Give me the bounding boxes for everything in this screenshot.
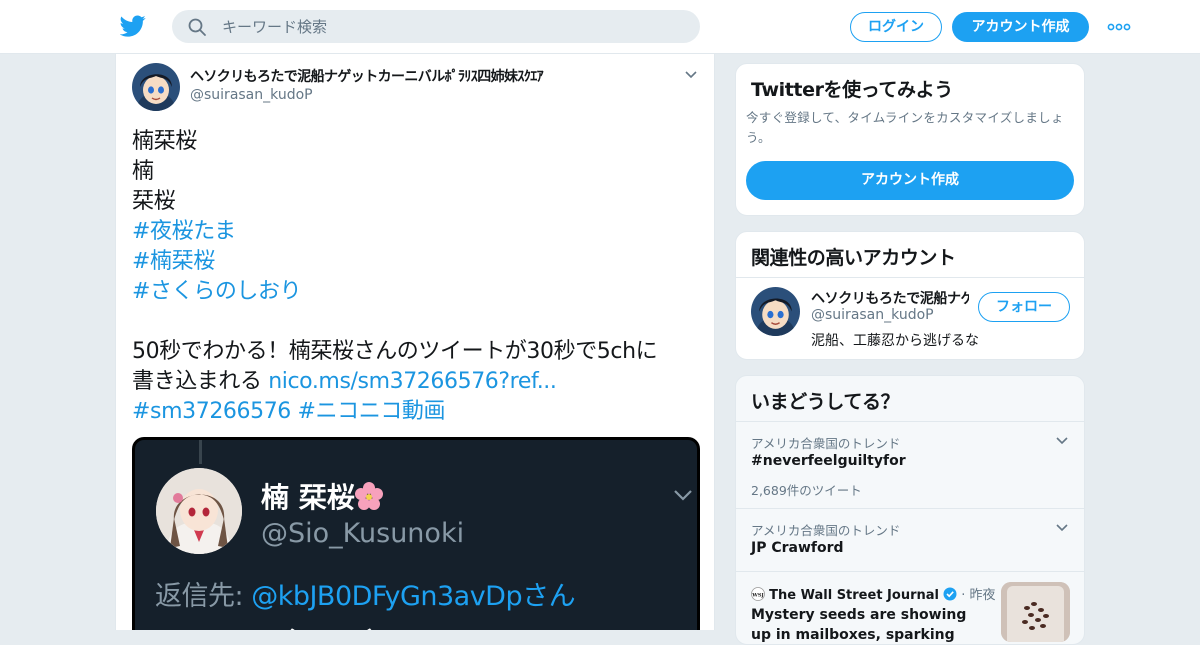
search-icon xyxy=(188,18,206,36)
news-time-text: 昨夜 xyxy=(969,588,996,603)
media-tweet-text: いらね〜（ ˘ω˘ ） xyxy=(155,622,395,630)
news-time: · 昨夜 xyxy=(961,588,996,603)
reply-prefix: 返信先: xyxy=(155,581,252,612)
tweet-line: 50秒でわかる！楠栞桜さんのツイートが30秒で5chに xyxy=(132,339,658,364)
thread-line xyxy=(199,440,202,464)
media-display-name: 楠 栞桜 xyxy=(261,481,355,514)
tweet-line: 楠栞桜 xyxy=(132,129,197,154)
top-bar: ログイン アカウント作成 xyxy=(0,0,1200,54)
trends-title: いまどうしてる？ xyxy=(751,391,900,413)
signup-button[interactable]: アカウント作成 xyxy=(952,12,1089,42)
chevron-down-icon[interactable] xyxy=(1055,436,1069,445)
hashtag-link[interactable]: #さくらのしおり xyxy=(132,277,707,307)
media-avatar xyxy=(156,468,242,554)
trend-meta: アメリカ合衆国のトレンド xyxy=(751,436,901,451)
video-link[interactable]: nico.ms/sm37266576?ref... xyxy=(268,369,557,394)
hashtag-link[interactable]: #sm37266576 xyxy=(132,399,291,424)
tweet-line-text: 書き込まれる xyxy=(132,369,269,394)
related-account-bio: 泥船、工藤忍から逃げるな xyxy=(811,333,979,349)
tweet-display-name[interactable]: ヘソクリもろたで泥船ナゲットカーニバルﾎﾟﾗﾘｽ四姉妹ｽｸｴｱ xyxy=(190,66,544,86)
tweet-spacer xyxy=(132,307,707,337)
search-box[interactable] xyxy=(172,10,700,43)
hashtag-link[interactable]: #夜桜たま xyxy=(132,217,707,247)
avatar[interactable] xyxy=(751,287,800,336)
divider xyxy=(736,571,1084,572)
news-source-name: The Wall Street Journal xyxy=(769,588,939,603)
signup-card: Twitterを使ってみよう 今すぐ登録して、タイムラインをカスタマイズしましょ… xyxy=(735,63,1085,216)
related-account-name[interactable]: ヘソクリもろたで泥船ナゲットカーニバル xyxy=(811,288,969,308)
related-account-handle[interactable]: @suirasan_kudoP xyxy=(811,307,934,323)
trend-count: 2,689件のツイート xyxy=(751,483,862,498)
login-button[interactable]: ログイン xyxy=(850,12,942,42)
signup-card-subtitle: 今すぐ登録して、タイムラインをカスタマイズしましょう。 xyxy=(746,110,1064,145)
tweet-text: 楠栞桜 楠 栞桜 #夜桜たま #楠栞桜 #さくらのしおり 50秒でわかる！楠栞桜… xyxy=(132,127,707,427)
news-thumbnail[interactable] xyxy=(1001,582,1070,642)
media-reply-to: 返信先: @kbJB0DFyGn3avDpさん xyxy=(155,574,576,613)
more-options-icon[interactable] xyxy=(1107,23,1131,31)
media-handle: @Sio_Kusunoki xyxy=(261,518,465,549)
divider xyxy=(736,421,1084,422)
trend-name[interactable]: #neverfeelguiltyfor xyxy=(751,453,906,469)
tweet-line: 栞桜 xyxy=(132,189,176,214)
avatar[interactable] xyxy=(132,63,180,111)
signup-card-title: Twitterを使ってみよう xyxy=(751,79,953,101)
chevron-down-icon[interactable] xyxy=(1055,523,1069,532)
trends-card: いまどうしてる？ アメリカ合衆国のトレンド #neverfeelguiltyfo… xyxy=(735,375,1085,645)
tweet-card: ヘソクリもろたで泥船ナゲットカーニバルﾎﾟﾗﾘｽ四姉妹ｽｸｴｱ @suirasa… xyxy=(115,54,715,630)
signup-card-button[interactable]: アカウント作成 xyxy=(746,161,1074,200)
wsj-logo-icon: WSJ xyxy=(751,587,765,601)
trend-name[interactable]: JP Crawford xyxy=(751,540,844,556)
follow-button[interactable]: フォロー xyxy=(978,292,1070,322)
related-accounts-title: 関連性の高いアカウント xyxy=(751,247,956,269)
verified-badge-icon xyxy=(943,587,957,601)
twitter-bird-icon[interactable] xyxy=(120,13,146,39)
chevron-down-icon[interactable] xyxy=(684,70,698,80)
news-headline[interactable]: Mystery seeds are showing up in mailboxe… xyxy=(751,605,991,644)
hashtag-link[interactable]: #ニコニコ動画 xyxy=(298,399,446,424)
related-accounts-card: 関連性の高いアカウント ヘソクリもろたで泥船ナゲットカーニバル @suirasa… xyxy=(735,231,1085,360)
search-input[interactable] xyxy=(222,10,682,43)
trend-meta: アメリカ合衆国のトレンド xyxy=(751,523,901,538)
hashtag-link[interactable]: #楠栞桜 xyxy=(132,247,707,277)
svg-text:WSJ: WSJ xyxy=(751,593,764,599)
tweet-line: 書き込まれる nico.ms/sm37266576?ref... xyxy=(132,367,707,397)
divider xyxy=(736,277,1084,278)
news-source: WSJ The Wall Street Journal · 昨夜 xyxy=(751,584,996,603)
tweet-handle[interactable]: @suirasan_kudoP xyxy=(190,87,313,103)
cherry-blossom-icon xyxy=(355,482,383,510)
divider xyxy=(736,508,1084,509)
chevron-down-icon xyxy=(674,490,692,501)
reply-handle: @kbJB0DFyGn3avDpさん xyxy=(251,581,576,612)
tweet-line: 楠 xyxy=(132,159,154,184)
tweet-media-image[interactable]: 楠 栞桜 @Sio_Kusunoki 返信先: @kbJB0DFyGn3avDp… xyxy=(132,437,700,630)
